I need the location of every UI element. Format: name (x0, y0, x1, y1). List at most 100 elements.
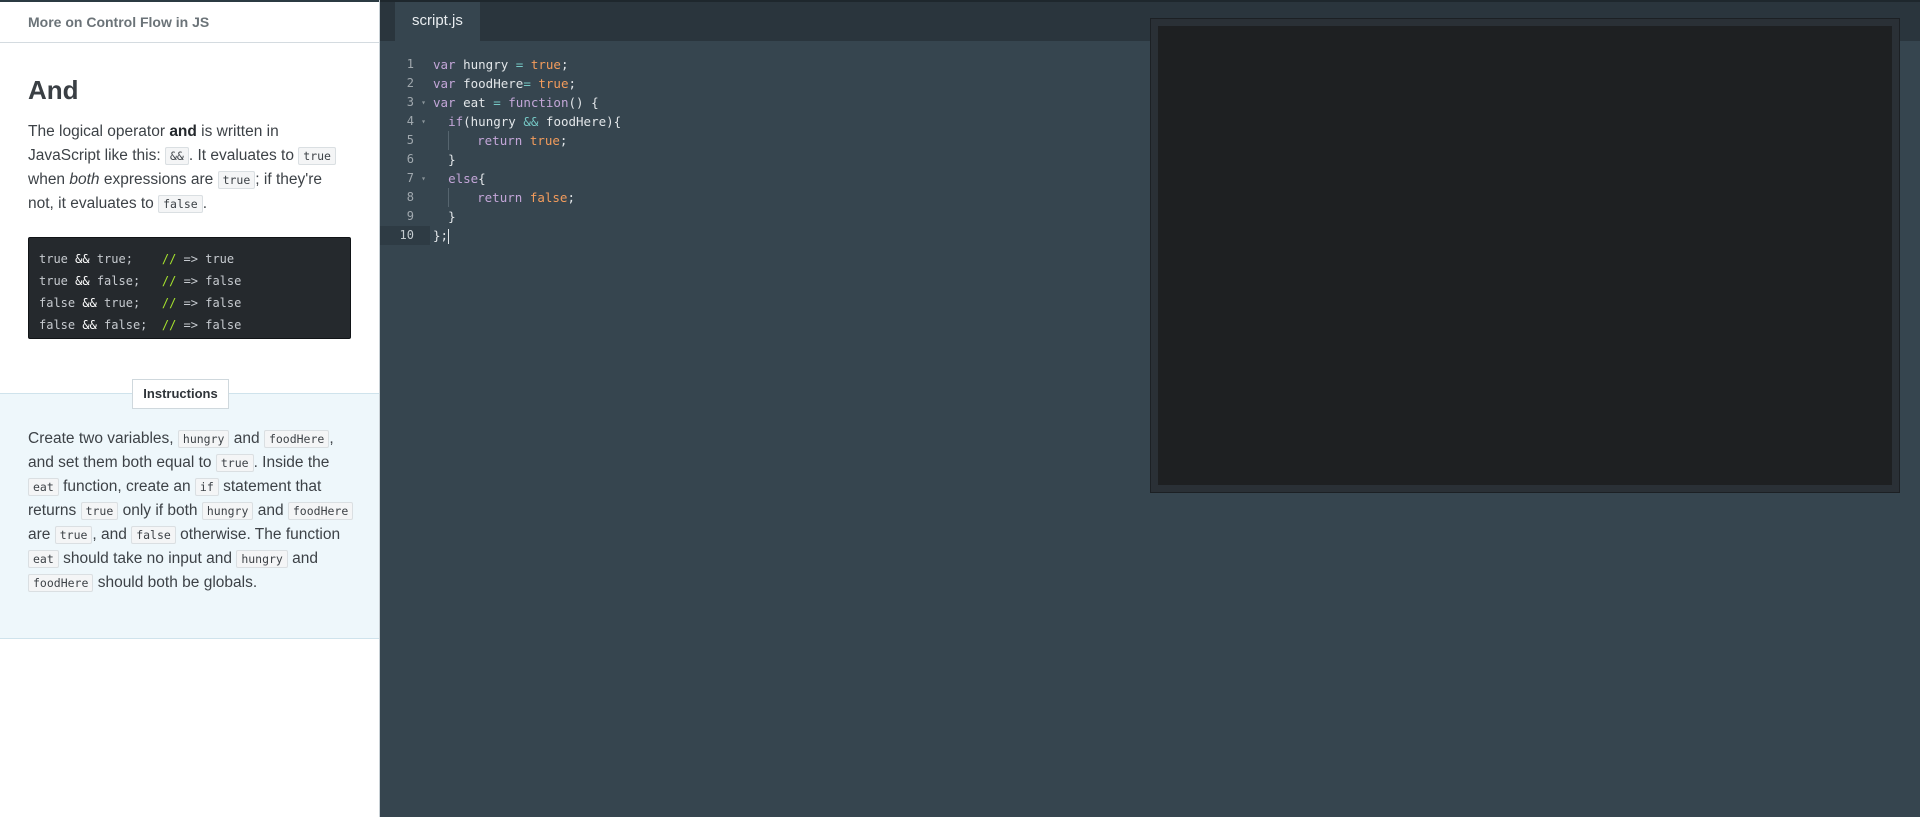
fold-arrow-icon[interactable]: ▾ (421, 169, 426, 188)
code-token: && (82, 318, 97, 332)
code-line: if(hungry && foodHere){ (433, 112, 1033, 131)
code-token: true (538, 76, 569, 91)
instructions-tab[interactable]: Instructions (132, 379, 229, 409)
example-line: false && true; // => false (39, 292, 340, 314)
example-line: true && true; // => true (39, 248, 340, 270)
line-number: 2 (406, 76, 414, 90)
code-token: false (205, 274, 242, 288)
code-pad (133, 252, 162, 266)
preview-console[interactable] (1150, 18, 1900, 493)
code-token: var (433, 76, 456, 91)
code-comment: // (161, 318, 177, 332)
code-token: return (477, 190, 523, 205)
inline-code: hungry (201, 502, 254, 520)
code-token: true (39, 274, 68, 288)
code-token: false (39, 318, 76, 332)
line-number-active: 10 (380, 226, 430, 245)
section-heading: And (28, 75, 79, 105)
line-number: 5 (406, 133, 414, 147)
text: should both be globals. (93, 574, 258, 591)
code-token: && (523, 114, 539, 129)
code-line: } (433, 207, 1033, 226)
code-token: false (39, 296, 76, 310)
inline-code: hungry (236, 550, 288, 568)
code-pad (147, 318, 161, 332)
text: . It evaluates to (188, 147, 299, 164)
code-comment: // (161, 296, 177, 310)
code-token: && (82, 296, 97, 310)
code-token: if (448, 114, 464, 129)
code-token: var (433, 57, 456, 72)
code-token: ; (560, 57, 569, 72)
inline-code: && (164, 147, 189, 165)
preview-console-output (1158, 26, 1892, 485)
inline-code: foodHere (263, 430, 330, 448)
code-token: foodHere (455, 76, 524, 91)
inline-code: eat (28, 478, 59, 496)
text: should take no input and (58, 550, 237, 567)
code-comment: // (161, 274, 177, 288)
inline-code: false (158, 195, 203, 213)
code-token: ; (567, 190, 575, 205)
code-token: true (205, 252, 235, 266)
code-token: => (183, 318, 198, 332)
line-number: 7 ▾ (380, 169, 430, 188)
code-line: var eat = function() { (433, 93, 1033, 112)
fold-arrow-icon[interactable]: ▾ (421, 93, 426, 112)
example-line: true && false; // => false (39, 270, 340, 292)
line-number: 4 ▾ (380, 112, 430, 131)
instructions-text: Create two variables, hungry and foodHer… (28, 427, 358, 595)
inline-code: if (194, 478, 219, 496)
code-token: true (530, 57, 561, 72)
code-token: ; (568, 76, 577, 91)
inline-code: true (217, 171, 256, 189)
code-line: else{ (433, 169, 1033, 188)
code-token: = (493, 95, 501, 110)
file-tab-script-js[interactable]: script.js (395, 2, 480, 41)
code-token: foodHere){ (538, 114, 622, 129)
code-token: (hungry (463, 114, 524, 129)
line-number-gutter: 1 2 3 ▾ 4 ▾ 5 6 7 ▾ 8 9 10 (380, 55, 430, 245)
lesson-header: More on Control Flow in JS (0, 0, 379, 43)
code-token: () { (568, 95, 599, 110)
code-pad (140, 296, 162, 310)
line-number: 9 (406, 209, 414, 223)
code-token: false; (104, 318, 148, 332)
code-token: false (205, 296, 242, 310)
indent-guide (448, 188, 462, 207)
inline-code: true (298, 147, 336, 165)
line-number: 6 (406, 152, 414, 166)
code-token: false (205, 318, 242, 332)
code-text-area[interactable]: var hungry = true; var foodHere= true; v… (433, 55, 1033, 245)
lesson-title[interactable]: More on Control Flow in JS (28, 14, 209, 30)
inline-code: true (215, 454, 254, 472)
inline-code: foodHere (28, 574, 94, 592)
text: Create two variables, (28, 430, 178, 447)
code-token: return (477, 133, 523, 148)
code-token: true; (104, 296, 141, 310)
code-token: && (75, 252, 90, 266)
text: when (28, 171, 70, 188)
fold-arrow-icon[interactable]: ▾ (421, 112, 426, 131)
code-token: } (448, 152, 456, 167)
line-number-text: 7 (406, 171, 414, 185)
text: only if both (118, 502, 202, 519)
lesson-panel: More on Control Flow in JS And The logic… (0, 0, 380, 817)
code-editor[interactable]: script.js 1 2 3 ▾ 4 ▾ 5 6 7 ▾ 8 9 10 var hu… (380, 0, 1920, 817)
code-token: eat (455, 95, 494, 110)
text: . (202, 195, 208, 212)
text: , and (92, 526, 132, 543)
code-line: var foodHere= true; (433, 74, 1033, 93)
line-number-text: 4 (406, 114, 414, 128)
code-line: }; (433, 226, 1033, 245)
code-token: false; (96, 274, 141, 288)
text: expressions are (99, 171, 218, 188)
inline-code: true (80, 502, 119, 520)
inline-code: foodHere (287, 502, 354, 520)
indent-guide (448, 131, 462, 150)
code-token: ; (559, 133, 568, 148)
text: . Inside the (253, 454, 330, 471)
example-line: false && false; // => false (39, 314, 340, 336)
